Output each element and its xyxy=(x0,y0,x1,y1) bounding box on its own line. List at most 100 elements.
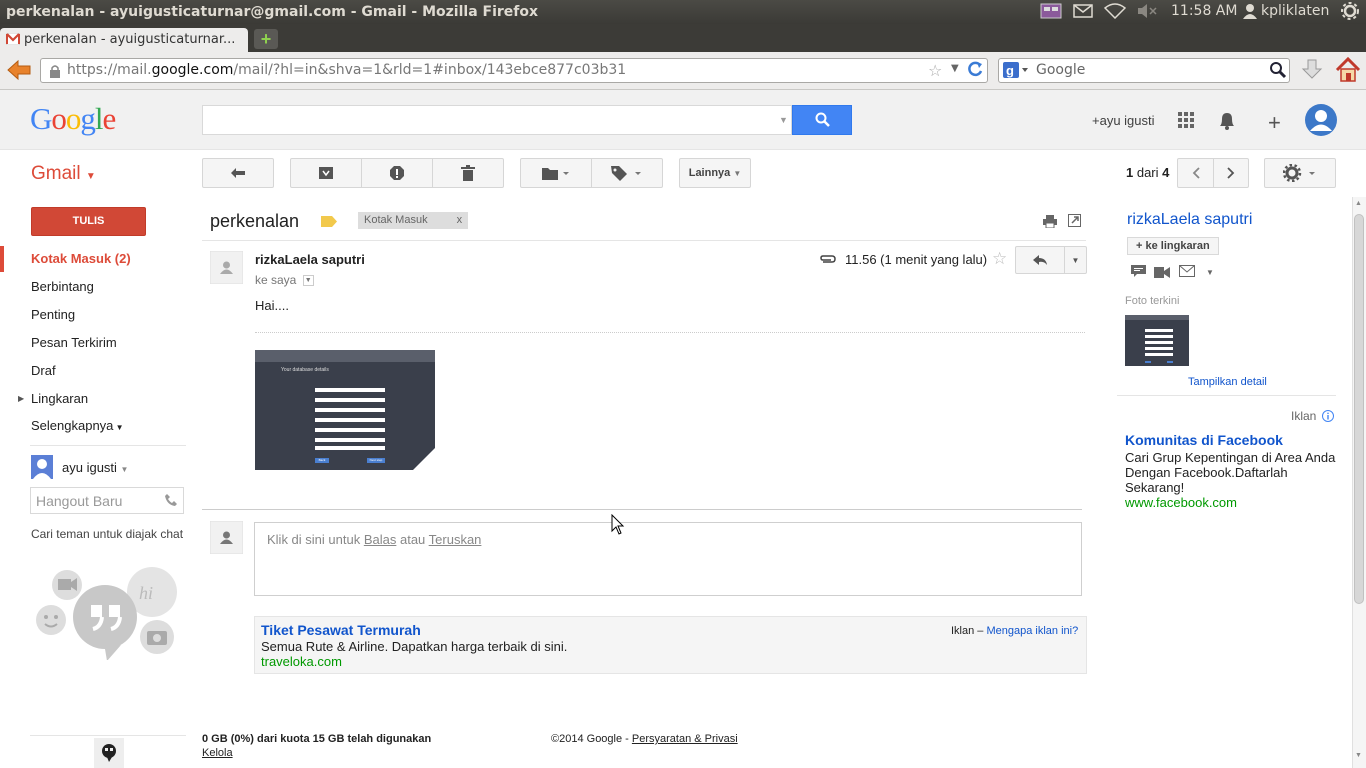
search-options-icon[interactable]: ▼ xyxy=(779,115,788,125)
reply-link[interactable]: Balas xyxy=(364,532,397,547)
report-spam-button[interactable] xyxy=(361,158,433,188)
phone-icon[interactable] xyxy=(164,493,178,510)
search-placeholder: Google xyxy=(1036,62,1086,78)
ad-url[interactable]: traveloka.com xyxy=(261,654,342,669)
clock[interactable]: 11:58 AM xyxy=(1171,3,1237,19)
older-button[interactable] xyxy=(1213,158,1249,188)
nav-drafts[interactable]: Draf xyxy=(31,363,56,378)
notifications-bell-icon[interactable] xyxy=(1218,111,1236,134)
thumb-field xyxy=(1145,347,1173,350)
reload-icon[interactable] xyxy=(966,60,984,82)
gmail-menu[interactable]: Gmail ▼ xyxy=(31,163,96,185)
bottom-ad[interactable]: Tiket Pesawat Termurah Semua Rute & Airl… xyxy=(254,616,1087,674)
more-reply-options-button[interactable]: ▼ xyxy=(1064,246,1087,274)
ad-why-link[interactable]: Mengapa iklan ini? xyxy=(986,625,1078,637)
user-icon[interactable] xyxy=(1243,3,1257,23)
sender-name[interactable]: rizkaLaela saputri xyxy=(255,252,365,267)
recipient-line[interactable]: ke saya ▼ xyxy=(255,273,314,287)
home-icon[interactable] xyxy=(1335,56,1361,86)
bookmark-star-icon[interactable]: ☆ xyxy=(928,61,942,80)
scroll-down-icon[interactable]: ▼ xyxy=(1355,752,1362,759)
more-actions-button[interactable]: Lainnya ▼ xyxy=(679,158,751,188)
hangout-user[interactable]: ayu igusti ▼ xyxy=(62,460,128,475)
volume-muted-icon[interactable] xyxy=(1136,3,1158,23)
back-to-inbox-button[interactable] xyxy=(202,158,274,188)
hangout-avatar[interactable] xyxy=(31,455,53,482)
reply-button[interactable] xyxy=(1015,246,1065,274)
thumb-field xyxy=(315,398,385,402)
share-plus-icon[interactable]: + xyxy=(1268,110,1281,136)
add-to-circles-button[interactable]: + ke lingkaran xyxy=(1127,237,1219,255)
copyright-text: ©2014 Google - xyxy=(551,733,632,745)
labels-button[interactable] xyxy=(591,158,663,188)
important-marker-icon[interactable] xyxy=(321,215,337,230)
manage-storage-link[interactable]: Kelola xyxy=(202,747,233,759)
email-icon[interactable] xyxy=(1179,265,1195,280)
scrollbar-thumb[interactable] xyxy=(1354,214,1364,604)
google-search-engine-icon[interactable]: g xyxy=(1003,62,1031,83)
workspace-icon[interactable] xyxy=(1040,2,1062,24)
attachment-thumbnail[interactable]: Your database details Back Next step xyxy=(255,350,435,470)
session-user[interactable]: kpliklaten xyxy=(1261,3,1329,19)
contact-name[interactable]: rizkaLaela saputri xyxy=(1127,211,1252,229)
ad-title[interactable]: Tiket Pesawat Termurah xyxy=(261,622,421,638)
compose-button[interactable]: TULIS xyxy=(31,207,146,236)
forward-link[interactable]: Teruskan xyxy=(429,532,482,547)
hangouts-toggle-button[interactable] xyxy=(94,738,124,768)
google-logo[interactable]: Google xyxy=(30,101,116,137)
nav-divider xyxy=(30,445,186,446)
new-tab-button[interactable]: + xyxy=(254,29,278,49)
search-icon xyxy=(815,112,831,131)
subject-divider xyxy=(202,240,1086,241)
star-icon[interactable]: ☆ xyxy=(992,249,1007,269)
delete-button[interactable] xyxy=(432,158,504,188)
nav-inbox[interactable]: Kotak Masuk (2) xyxy=(31,251,131,266)
chat-icon[interactable] xyxy=(1131,265,1146,280)
nav-circles[interactable]: Lingkaran xyxy=(31,391,88,406)
expand-triangle-icon[interactable]: ▶ xyxy=(18,394,24,403)
new-window-icon[interactable] xyxy=(1068,214,1081,230)
video-call-icon[interactable] xyxy=(1154,266,1170,281)
mail-search-input[interactable]: ▼ xyxy=(202,105,792,135)
info-icon[interactable] xyxy=(1322,410,1334,425)
terms-privacy-link[interactable]: Persyaratan & Privasi xyxy=(632,733,738,745)
apps-grid-icon[interactable] xyxy=(1178,112,1194,131)
reply-box[interactable]: Klik di sini untuk Balas atau Teruskan xyxy=(254,522,1082,596)
back-arrow-icon[interactable] xyxy=(6,59,32,84)
nav-more[interactable]: Selengkapnya ▼ xyxy=(31,418,124,433)
move-to-button[interactable] xyxy=(520,158,592,188)
wifi-icon[interactable] xyxy=(1103,3,1127,23)
nav-sent[interactable]: Pesan Terkirim xyxy=(31,335,117,350)
recent-photo-thumbnail[interactable] xyxy=(1125,315,1189,366)
google-plus-user[interactable]: +ayu igusti xyxy=(1092,113,1155,128)
archive-button[interactable] xyxy=(290,158,362,188)
thumb-browser-bar xyxy=(255,350,435,362)
nav-starred[interactable]: Berbintang xyxy=(31,279,94,294)
magnifier-icon[interactable] xyxy=(1269,61,1287,83)
power-gear-icon[interactable] xyxy=(1341,2,1359,24)
more-actions-label: Lainnya xyxy=(688,167,731,179)
print-icon[interactable] xyxy=(1043,215,1057,231)
sender-avatar[interactable] xyxy=(209,250,244,287)
nav-important[interactable]: Penting xyxy=(31,307,75,322)
newer-button[interactable] xyxy=(1177,158,1214,188)
contact-more-dropdown-icon[interactable]: ▼ xyxy=(1206,268,1214,277)
downloads-icon[interactable] xyxy=(1300,58,1324,85)
url-dropdown-icon[interactable]: ▼ xyxy=(951,63,959,74)
tab-gmail[interactable]: perkenalan - ayuigusticaturnar... xyxy=(0,28,248,52)
show-details-link[interactable]: Tampilkan detail xyxy=(1188,376,1267,388)
label-chip[interactable]: Kotak Masuk x xyxy=(358,212,469,229)
browser-search-box[interactable]: g Google xyxy=(998,58,1290,83)
avatar[interactable] xyxy=(1305,104,1337,139)
label-remove-icon[interactable]: x xyxy=(457,214,463,226)
hangout-search-input[interactable]: Hangout Baru xyxy=(30,487,184,514)
mail-icon[interactable] xyxy=(1073,3,1093,23)
scroll-up-icon[interactable]: ▲ xyxy=(1355,200,1362,207)
right-ad-title[interactable]: Komunitas di Facebook xyxy=(1125,432,1283,448)
details-dropdown-icon[interactable]: ▼ xyxy=(302,275,314,287)
search-button[interactable] xyxy=(792,105,852,135)
right-ad-url[interactable]: www.facebook.com xyxy=(1125,495,1237,510)
url-bar[interactable]: https://mail.google.com/mail/?hl=in&shva… xyxy=(40,58,988,83)
ad-label: Iklan xyxy=(1291,409,1317,423)
settings-button[interactable] xyxy=(1264,158,1336,188)
